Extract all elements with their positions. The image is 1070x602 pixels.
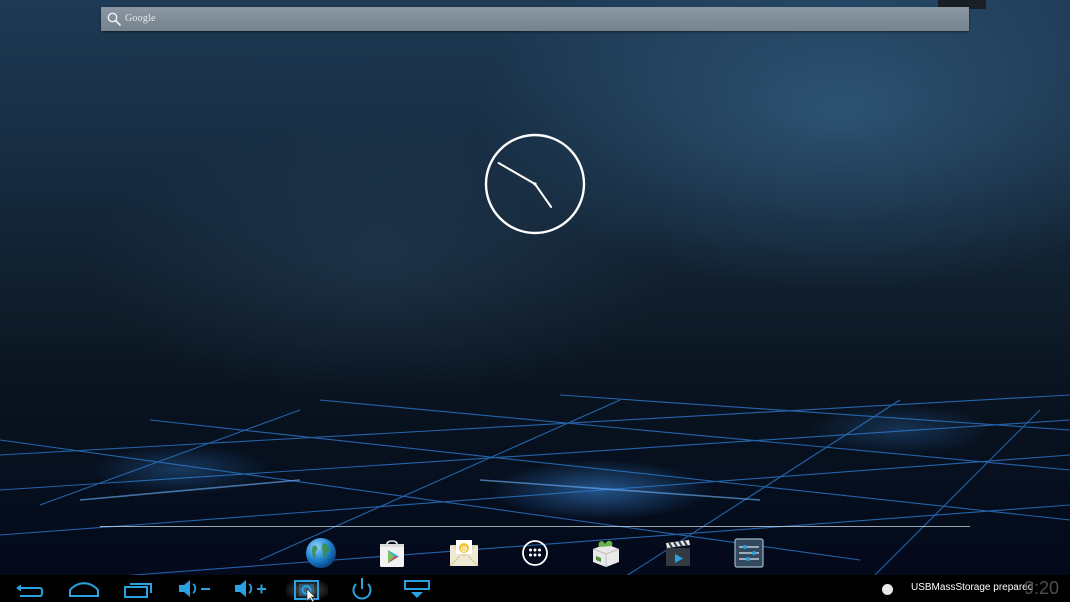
dock-divider	[100, 526, 970, 527]
search-bar-label: Google	[125, 13, 156, 24]
volume-up-button[interactable]	[230, 575, 270, 602]
back-icon	[16, 584, 44, 597]
package-icon	[592, 540, 620, 567]
google-search-bar[interactable]: Google	[101, 7, 969, 31]
svg-text:@: @	[461, 545, 468, 553]
screenshot-button[interactable]	[286, 575, 328, 602]
notification-indicator-icon[interactable]	[882, 584, 893, 595]
email-app[interactable]: @	[446, 535, 482, 571]
analog-clock-widget[interactable]	[484, 133, 586, 235]
system-navigation-bar	[0, 575, 1070, 602]
clock-minute-hand	[497, 162, 536, 185]
hide-navbar-button[interactable]	[397, 575, 437, 602]
email-icon: @	[449, 540, 479, 567]
power-icon	[352, 578, 372, 600]
volume-up-icon	[235, 580, 266, 597]
home-icon	[69, 582, 99, 597]
screenshot-icon	[294, 580, 319, 602]
search-icon	[107, 12, 121, 26]
video-player-app[interactable]	[660, 535, 696, 571]
wallpaper-grid	[0, 394, 1070, 591]
notification-text[interactable]: USBMassStorage prepared	[911, 582, 1033, 593]
settings-app[interactable]	[731, 535, 767, 571]
play-store-app[interactable]	[374, 535, 410, 571]
volume-down-icon	[179, 580, 210, 597]
settings-sliders-icon	[734, 538, 764, 568]
play-store-icon	[380, 540, 404, 567]
power-button[interactable]	[342, 575, 382, 602]
clock-hour-hand	[534, 183, 553, 208]
browser-app[interactable]	[303, 535, 339, 571]
back-button[interactable]	[8, 575, 48, 602]
recent-apps-icon	[124, 583, 152, 598]
hide-bar-icon	[404, 580, 430, 598]
home-button[interactable]	[64, 575, 104, 602]
clapperboard-icon	[666, 540, 690, 566]
app-drawer-icon	[522, 540, 548, 566]
app-installer-app[interactable]	[588, 535, 624, 571]
recent-apps-button[interactable]	[119, 575, 159, 602]
status-clock[interactable]: 9:20	[1024, 578, 1059, 599]
app-drawer-button[interactable]	[517, 535, 553, 571]
globe-icon	[306, 538, 336, 568]
volume-down-button[interactable]	[174, 575, 214, 602]
